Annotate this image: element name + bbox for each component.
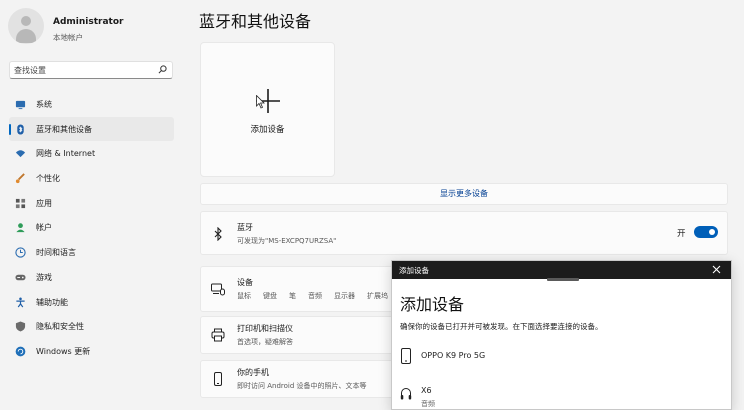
bluetooth-title: 蓝牙 xyxy=(237,223,253,232)
add-device-card[interactable]: 添加设备 xyxy=(200,42,335,177)
your-phone-title: 你的手机 xyxy=(237,368,269,377)
gamepad-icon xyxy=(15,274,26,281)
sidebar-item-accounts[interactable]: 帐户 xyxy=(9,215,174,240)
device-category: 扩展坞 xyxy=(367,292,388,300)
brush-icon xyxy=(15,173,25,184)
add-device-label: 添加设备 xyxy=(250,125,285,135)
user-profile[interactable]: Administrator 本地帐户 xyxy=(8,8,178,46)
printer-icon xyxy=(211,328,225,342)
printers-title: 打印机和扫描仪 xyxy=(237,324,293,333)
drag-handle xyxy=(547,278,579,281)
add-device-dialog: 添加设备 添加设备 确保你的设备已打开并可被发现。在下面选择要连接的设备。 OP… xyxy=(391,260,732,410)
search-icon xyxy=(158,65,167,74)
toggle-knob xyxy=(709,229,715,235)
show-more-devices-link[interactable]: 显示更多设备 xyxy=(200,183,728,205)
sidebar-item-label: 网络 & Internet xyxy=(36,149,96,159)
sidebar-item-label: 时间和语言 xyxy=(36,248,76,258)
device-category: 鼠标 xyxy=(237,292,251,300)
sidebar-item-label: 辅助功能 xyxy=(36,297,68,307)
sidebar-item-personalization[interactable]: 个性化 xyxy=(9,166,174,191)
nav-list: 系统 蓝牙和其他设备 网络 & Internet 个性化 应用 帐户 时间和语言 xyxy=(9,92,174,364)
sidebar: Administrator 本地帐户 系统 蓝牙和其他设备 网络 & Inter… xyxy=(0,0,185,400)
sidebar-item-label: Windows 更新 xyxy=(36,346,91,356)
device-type: 音频 xyxy=(421,400,435,408)
sidebar-item-apps[interactable]: 应用 xyxy=(9,191,174,216)
device-category: 音频 xyxy=(308,292,322,300)
bluetooth-toggle[interactable] xyxy=(694,226,718,238)
page-title: 蓝牙和其他设备 xyxy=(199,12,312,31)
globe-clock-icon xyxy=(15,247,26,258)
sidebar-item-gaming[interactable]: 游戏 xyxy=(9,265,174,290)
your-phone-subtitle: 即时访问 Android 设备中的照片、文本等 xyxy=(237,382,367,390)
profile-account-type: 本地帐户 xyxy=(53,33,83,42)
bluetooth-discoverable-name: 可发现为"MS-EXCPQ7URZSA" xyxy=(237,237,337,245)
bluetooth-toggle-label: 开 xyxy=(677,229,686,239)
shield-icon xyxy=(15,321,26,332)
search-input[interactable] xyxy=(14,63,154,77)
dialog-titlebar: 添加设备 xyxy=(392,261,731,279)
sidebar-item-windows-update[interactable]: Windows 更新 xyxy=(9,339,174,364)
dialog-title: 添加设备 xyxy=(400,295,465,314)
apps-icon xyxy=(15,198,26,208)
mouse-cursor-icon xyxy=(256,95,265,109)
sidebar-item-network[interactable]: 网络 & Internet xyxy=(9,141,174,166)
device-name: X6 xyxy=(421,386,432,395)
sidebar-item-label: 个性化 xyxy=(36,174,60,184)
devices-title: 设备 xyxy=(237,278,253,287)
phone-icon xyxy=(214,372,222,386)
bluetooth-row: 蓝牙 可发现为"MS-EXCPQ7URZSA" 开 xyxy=(200,211,728,255)
update-icon xyxy=(15,346,26,357)
sidebar-item-label: 蓝牙和其他设备 xyxy=(36,124,92,134)
dialog-window-title: 添加设备 xyxy=(399,266,429,275)
device-name: OPPO K9 Pro 5G xyxy=(421,351,486,360)
bluetooth-icon xyxy=(17,124,24,135)
phone-icon xyxy=(401,348,411,364)
printers-subtitle: 首选项，疑难解答 xyxy=(237,338,293,346)
sidebar-item-bluetooth-devices[interactable]: 蓝牙和其他设备 xyxy=(9,116,174,142)
device-category: 显示器 xyxy=(334,292,355,300)
bluetooth-icon xyxy=(214,227,222,241)
device-category: 笔 xyxy=(289,292,296,300)
device-category: 键盘 xyxy=(263,292,277,300)
wifi-icon xyxy=(15,150,26,158)
sidebar-item-label: 系统 xyxy=(36,100,52,109)
keyboard-mouse-icon xyxy=(211,283,225,296)
sidebar-item-time-language[interactable]: 时间和语言 xyxy=(9,240,174,265)
sidebar-item-accessibility[interactable]: 辅助功能 xyxy=(9,290,174,315)
monitor-icon xyxy=(15,100,26,110)
close-icon[interactable] xyxy=(712,265,721,274)
device-list-item[interactable]: X6 音频 xyxy=(400,383,720,409)
search-box[interactable] xyxy=(9,61,173,79)
profile-name: Administrator xyxy=(53,17,124,27)
sidebar-item-label: 游戏 xyxy=(36,272,52,282)
sidebar-item-label: 隐私和安全性 xyxy=(36,322,84,332)
dialog-instructions: 确保你的设备已打开并可被发现。在下面选择要连接的设备。 xyxy=(400,322,603,331)
device-list-item[interactable]: OPPO K9 Pro 5G xyxy=(400,348,720,374)
sidebar-item-privacy-security[interactable]: 隐私和安全性 xyxy=(9,314,174,339)
accessibility-icon xyxy=(16,297,25,307)
sidebar-item-system[interactable]: 系统 xyxy=(9,92,174,117)
sidebar-item-label: 应用 xyxy=(36,198,52,208)
avatar xyxy=(8,8,44,44)
sidebar-item-label: 帐户 xyxy=(36,223,52,233)
person-icon xyxy=(16,223,25,233)
